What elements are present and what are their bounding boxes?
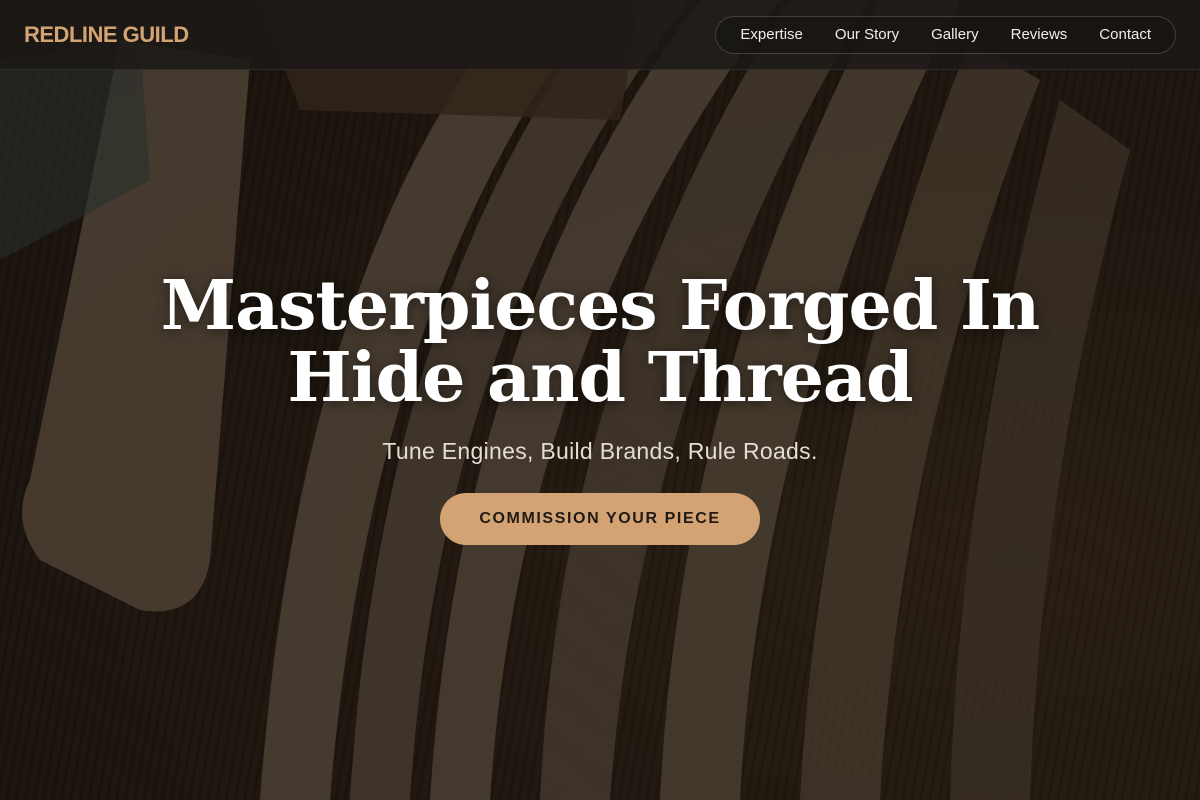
nav-item-contact[interactable]: Contact bbox=[1083, 17, 1167, 53]
hero-subheadline: Tune Engines, Build Brands, Rule Roads. bbox=[382, 438, 818, 464]
nav-item-reviews[interactable]: Reviews bbox=[995, 17, 1084, 53]
hero-section: Masterpieces Forged In Hide and Thread T… bbox=[0, 270, 1200, 545]
hero-headline-line2: Hide and Thread bbox=[287, 338, 913, 418]
site-header: REDLINE GUILD Expertise Our Story Galler… bbox=[0, 0, 1200, 70]
nav-item-expertise[interactable]: Expertise bbox=[724, 17, 819, 53]
main-nav: Expertise Our Story Gallery Reviews Cont… bbox=[715, 15, 1176, 54]
hero-headline-line1: Masterpieces Forged In bbox=[160, 266, 1040, 346]
hero-headline: Masterpieces Forged In Hide and Thread bbox=[161, 270, 1040, 414]
nav-item-gallery[interactable]: Gallery bbox=[915, 17, 995, 53]
commission-button[interactable]: COMMISSION YOUR PIECE bbox=[440, 493, 760, 545]
nav-item-our-story[interactable]: Our Story bbox=[819, 17, 915, 53]
brand-logo[interactable]: REDLINE GUILD bbox=[24, 22, 189, 48]
